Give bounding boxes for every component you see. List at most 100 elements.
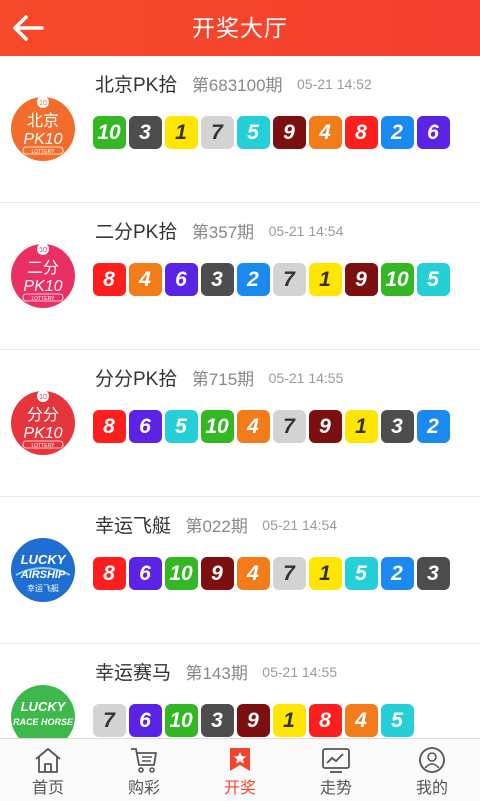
number-ball: 10 (164, 557, 198, 590)
number-ball: 5 (164, 410, 198, 443)
svg-text:LOTTERY: LOTTERY (32, 443, 56, 449)
number-ball: 3 (200, 704, 234, 737)
tab-label: 走势 (319, 780, 352, 797)
lottery-item-xysm[interactable]: LUCKY RACE HORSE 幸运赛马 第143期 05-21 14:55 … (0, 644, 480, 738)
number-ball: 8 (308, 704, 342, 737)
number-ball: 3 (128, 116, 162, 149)
number-ball: 1 (308, 557, 342, 590)
lottery-issue: 第715期 (191, 370, 255, 389)
lottery-time: 05-21 14:52 (297, 75, 372, 92)
svg-text:LUCKY: LUCKY (21, 699, 67, 714)
lottery-logo: LUCKY AIRSHIP 幸运飞艇 (10, 537, 76, 603)
svg-text:10: 10 (39, 247, 47, 254)
pk10-logo-icon: 10 二分 PK10 LOTTERY (11, 243, 75, 308)
lottery-logo: 10 分分 PK10 LOTTERY (10, 390, 76, 456)
user-icon (419, 747, 445, 773)
number-ball: 4 (128, 263, 162, 296)
svg-text:PK10: PK10 (23, 278, 62, 295)
number-ball: 6 (416, 116, 450, 149)
number-ball: 2 (236, 263, 270, 296)
number-ball: 9 (272, 116, 306, 149)
lottery-name: 幸运赛马 (95, 663, 172, 684)
racehorse-logo-icon: LUCKY RACE HORSE (11, 685, 75, 738)
tab-results[interactable]: 开奖 (192, 739, 288, 801)
tab-label: 我的 (415, 780, 448, 797)
number-ball: 2 (380, 557, 414, 590)
lottery-item-xyft[interactable]: LUCKY AIRSHIP 幸运飞艇 幸运飞艇 第022期 05-21 14:5… (0, 497, 480, 644)
lottery-name: 分分PK拾 (95, 369, 178, 390)
number-ball: 7 (92, 704, 126, 737)
svg-text:PK10: PK10 (23, 131, 62, 148)
result-numbers: 8 4 6 3 2 7 1 9 10 5 (91, 263, 471, 302)
bottom-tab-bar: 首页 购彩 开奖 走势 我的 (0, 738, 480, 801)
svg-text:10: 10 (39, 100, 47, 107)
svg-text:北京: 北京 (27, 111, 59, 130)
cart-icon (131, 748, 157, 773)
svg-text:LOTTERY: LOTTERY (32, 296, 56, 302)
svg-text:PK10: PK10 (23, 425, 62, 442)
header-bar: 开奖大厅 (0, 0, 480, 56)
svg-text:分分: 分分 (27, 405, 59, 424)
tab-buy[interactable]: 购彩 (96, 739, 192, 801)
number-ball: 8 (92, 557, 126, 590)
number-ball: 4 (236, 410, 270, 443)
number-ball: 10 (92, 116, 126, 149)
lottery-issue: 第143期 (185, 664, 248, 683)
svg-text:幸运飞艇: 幸运飞艇 (27, 583, 59, 593)
number-ball: 8 (92, 263, 126, 296)
number-ball: 6 (164, 263, 198, 296)
lottery-list[interactable]: 10 北京 PK10 LOTTERY 北京PK拾 第683100期 05-21 … (0, 56, 480, 738)
number-ball: 1 (308, 263, 342, 296)
lottery-time: 05-21 14:55 (268, 369, 344, 386)
lottery-name: 二分PK拾 (95, 222, 178, 243)
lottery-name: 北京PK拾 (95, 75, 178, 96)
result-numbers: 8 6 5 10 4 7 9 1 3 2 (91, 410, 471, 449)
number-ball: 6 (128, 557, 162, 590)
number-ball: 7 (272, 557, 306, 590)
svg-text:二分: 二分 (27, 258, 59, 277)
number-ball: 1 (272, 704, 306, 737)
result-numbers: 8 6 10 9 4 7 1 5 2 3 (91, 557, 471, 596)
number-ball: 2 (416, 410, 450, 443)
tab-home[interactable]: 首页 (0, 739, 96, 801)
trend-chart-icon (322, 748, 350, 773)
tab-trend[interactable]: 走势 (288, 739, 384, 801)
lottery-item-2fpk10[interactable]: 10 二分 PK10 LOTTERY 二分PK拾 第357期 05-21 14:… (0, 203, 480, 350)
number-ball: 9 (200, 557, 234, 590)
number-ball: 10 (164, 704, 198, 737)
number-ball: 10 (200, 410, 234, 443)
tab-label: 开奖 (223, 780, 256, 797)
number-ball: 1 (164, 116, 198, 149)
svg-text:AIRSHIP: AIRSHIP (20, 569, 66, 581)
number-ball: 5 (380, 704, 414, 737)
number-ball: 10 (380, 263, 414, 296)
result-numbers: 7 6 10 3 9 1 8 4 5 (91, 704, 471, 738)
svg-text:LUCKY: LUCKY (21, 552, 67, 567)
number-ball: 8 (92, 410, 126, 443)
lottery-item-bjpk10[interactable]: 10 北京 PK10 LOTTERY 北京PK拾 第683100期 05-21 … (0, 56, 480, 203)
number-ball: 9 (344, 263, 378, 296)
page-title: 开奖大厅 (192, 15, 288, 41)
number-ball: 5 (344, 557, 378, 590)
lottery-title-row: 北京PK拾 第683100期 05-21 14:52 (95, 70, 372, 100)
tab-label: 首页 (31, 780, 64, 797)
lottery-title-row: 二分PK拾 第357期 05-21 14:54 (95, 217, 343, 247)
number-ball: 3 (416, 557, 450, 590)
lottery-issue: 第683100期 (191, 76, 283, 95)
number-ball: 2 (380, 116, 414, 149)
lottery-issue: 第022期 (185, 517, 248, 536)
number-ball: 6 (128, 410, 162, 443)
number-ball: 1 (344, 410, 378, 443)
number-ball: 5 (236, 116, 270, 149)
number-ball: 3 (380, 410, 414, 443)
number-ball: 7 (272, 263, 306, 296)
lottery-item-ffpk10[interactable]: 10 分分 PK10 LOTTERY 分分PK拾 第715期 05-21 14:… (0, 350, 480, 497)
lottery-logo: LUCKY RACE HORSE (10, 684, 76, 738)
airship-logo-icon: LUCKY AIRSHIP 幸运飞艇 (11, 538, 75, 602)
number-ball: 6 (128, 704, 162, 737)
number-ball: 4 (344, 704, 378, 737)
tab-mine[interactable]: 我的 (384, 739, 480, 801)
number-ball: 7 (200, 116, 234, 149)
lottery-logo: 10 北京 PK10 LOTTERY (10, 96, 76, 162)
lottery-name: 幸运飞艇 (95, 516, 172, 537)
